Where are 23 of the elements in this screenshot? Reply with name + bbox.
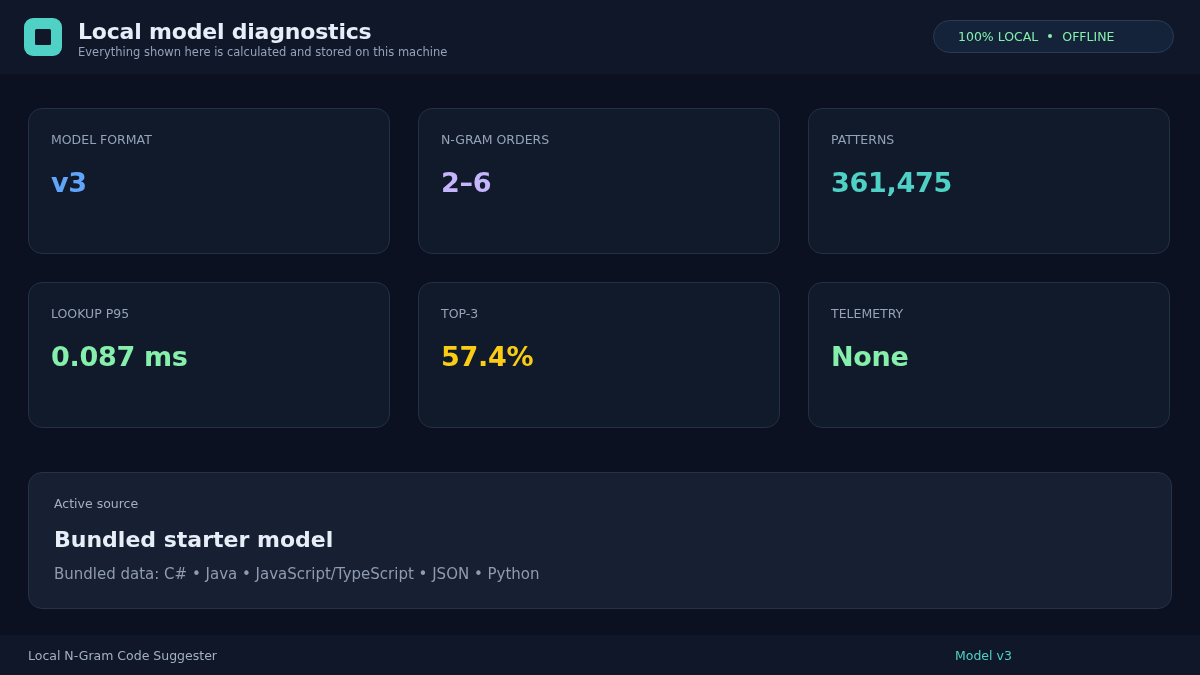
metric-label: TELEMETRY — [831, 306, 905, 322]
metric-value: None — [831, 340, 910, 374]
metric-value: 2–6 — [441, 166, 493, 200]
metric-value: v3 — [51, 166, 88, 200]
source-title: Bundled starter model — [54, 526, 335, 554]
status-text: OFFLINE — [1062, 28, 1115, 44]
app-name: Local N-Gram Code Suggester — [28, 647, 218, 663]
metric-value: 0.087 ms — [51, 340, 189, 374]
source-detail: Bundled data: C# • Java • JavaScript/TypeScript • JSON • Python — [54, 564, 541, 584]
metric-label: PATTERNS — [831, 132, 896, 148]
metric-label: TOP-3 — [441, 306, 480, 322]
status-text: 100% LOCAL — [958, 28, 1039, 44]
logo-icon — [24, 18, 62, 56]
model-version: Model v3 — [955, 647, 1013, 663]
metric-label: LOOKUP P95 — [51, 306, 131, 322]
metric-value: 361,475 — [831, 166, 953, 200]
page-subtitle: Everything shown here is calculated and stored on this machine — [78, 45, 449, 59]
metric-value: 57.4% — [441, 340, 535, 374]
separator-dot-icon — [1048, 34, 1053, 38]
metric-label: MODEL FORMAT — [51, 132, 153, 148]
source-label: Active source — [54, 496, 140, 512]
metric-label: N-GRAM ORDERS — [441, 132, 551, 148]
page-title: Local model diagnostics — [78, 19, 373, 45]
